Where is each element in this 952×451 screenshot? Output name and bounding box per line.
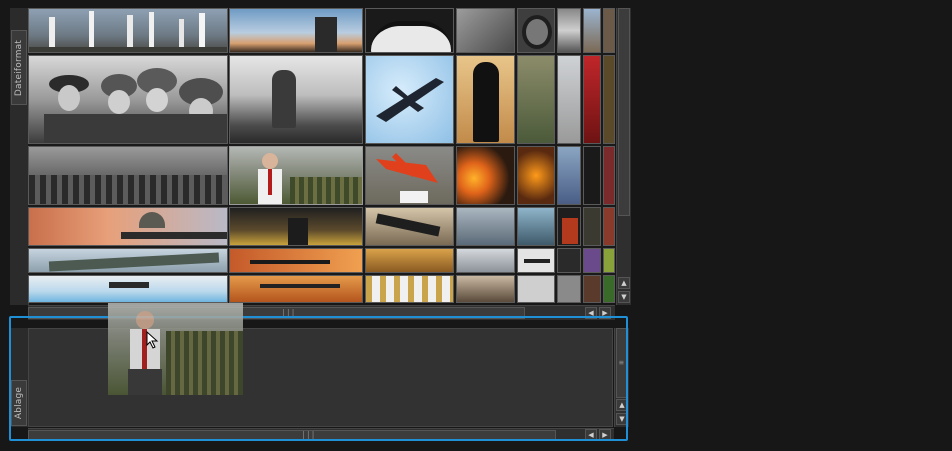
thumbnail-aircraft-carrier[interactable]	[456, 207, 515, 246]
thumbnail-rocket-launch[interactable]	[28, 8, 228, 53]
thumbnail-cruise-missile[interactable]	[365, 55, 454, 144]
thumbnail-misc-5a[interactable]	[557, 248, 581, 273]
thumbnail-ship-dusk[interactable]	[456, 275, 515, 303]
thumbnail-grid	[28, 8, 615, 303]
thumbnail-edge-4[interactable]	[603, 207, 615, 246]
dragged-thumbnail-president-speech[interactable]	[108, 303, 243, 395]
thumbnail-desert-troops[interactable]	[365, 248, 454, 273]
rocket-launch-image	[29, 11, 227, 52]
scroll-down-icon: ▼	[621, 293, 627, 301]
thumbnail-helicopter-sky[interactable]	[28, 275, 228, 303]
thumbnail-misc-6b[interactable]	[557, 275, 581, 303]
thumbnail-red-figure[interactable]	[603, 146, 615, 205]
thumbnail-soldier-silhouette[interactable]	[456, 55, 515, 144]
thumbnail-helicopter-small[interactable]	[557, 55, 581, 144]
thumbnail-clouds[interactable]	[456, 248, 515, 273]
thumbnail-tire[interactable]	[517, 8, 555, 53]
thumbnail-red-strip[interactable]	[583, 55, 601, 144]
upper-tab-strip: Dateiformat	[10, 8, 29, 305]
thumbnail-strip-2[interactable]	[603, 8, 615, 53]
thumbnail-sky-horizon[interactable]	[229, 8, 363, 53]
thumbnail-rifle-sunset[interactable]	[229, 248, 363, 273]
ablage-drop-highlight	[9, 316, 628, 441]
media-browser-window: Dateiformat ▲ ▼ ||| ◀ ▶ Ablage ≡ ▲ ▼ |||…	[0, 0, 952, 451]
thumbnail-fire-soldiers[interactable]	[517, 146, 555, 205]
thumbnail-bullets[interactable]	[365, 275, 454, 303]
cruise-missile-image	[376, 78, 444, 122]
thumbnail-officers-bw[interactable]	[28, 55, 228, 144]
thumbnail-soldier-hill[interactable]	[229, 55, 363, 144]
thumbnail-tornado[interactable]	[229, 207, 363, 246]
thumbnail-machine-gunner[interactable]	[365, 207, 454, 246]
officers-image	[44, 68, 227, 143]
thumbnail-misc-5b[interactable]	[583, 248, 601, 273]
thumbnail-helicopter-orange[interactable]	[229, 275, 363, 303]
tab-dateiformat-label: Dateiformat	[14, 39, 24, 96]
thumbnail-soldier-grass[interactable]	[517, 55, 555, 144]
thumbnail-missile-silo[interactable]	[557, 8, 581, 53]
grid-vertical-scrollbar[interactable]: ▲ ▼	[616, 8, 631, 305]
thumbnail-sniper[interactable]	[28, 207, 228, 246]
thumbnail-strip-1[interactable]	[583, 8, 601, 53]
thumbnail-president-speech[interactable]	[229, 146, 363, 205]
grid-scroll-up-button[interactable]: ▲	[618, 277, 630, 289]
mouse-cursor-icon	[146, 331, 159, 349]
thumbnail-gas-mask[interactable]	[517, 207, 555, 246]
thumbnail-dark-strip[interactable]	[603, 55, 615, 144]
scroll-up-icon: ▲	[621, 279, 627, 287]
thumbnail-explosions[interactable]	[456, 146, 515, 205]
thumbnail-helmet-closeup[interactable]	[365, 8, 454, 53]
thumbnail-dynamite[interactable]	[557, 207, 581, 246]
thumbnail-last-col-4[interactable]	[583, 207, 601, 246]
grid-scroll-down-button[interactable]: ▼	[618, 291, 630, 303]
thumbnail-misc-6a[interactable]	[517, 275, 555, 303]
thumbnail-jet[interactable]	[517, 248, 555, 273]
thumbnail-astronaut[interactable]	[557, 146, 581, 205]
thumbnail-soldier-bw[interactable]	[456, 8, 515, 53]
thumbnail-slam-missile[interactable]	[365, 146, 454, 205]
thumbnail-dark-figure[interactable]	[583, 146, 601, 205]
thumbnail-missile-launcher[interactable]	[28, 248, 228, 273]
thumbnail-troops-formation[interactable]	[28, 146, 228, 205]
thumbnail-misc-6d[interactable]	[603, 275, 615, 303]
thumbnail-misc-6c[interactable]	[583, 275, 601, 303]
tab-dateiformat[interactable]: Dateiformat	[11, 30, 27, 105]
slam-missile-image	[376, 153, 438, 203]
grid-vertical-scroll-thumb[interactable]	[618, 8, 630, 216]
thumbnail-misc-5c[interactable]	[603, 248, 615, 273]
